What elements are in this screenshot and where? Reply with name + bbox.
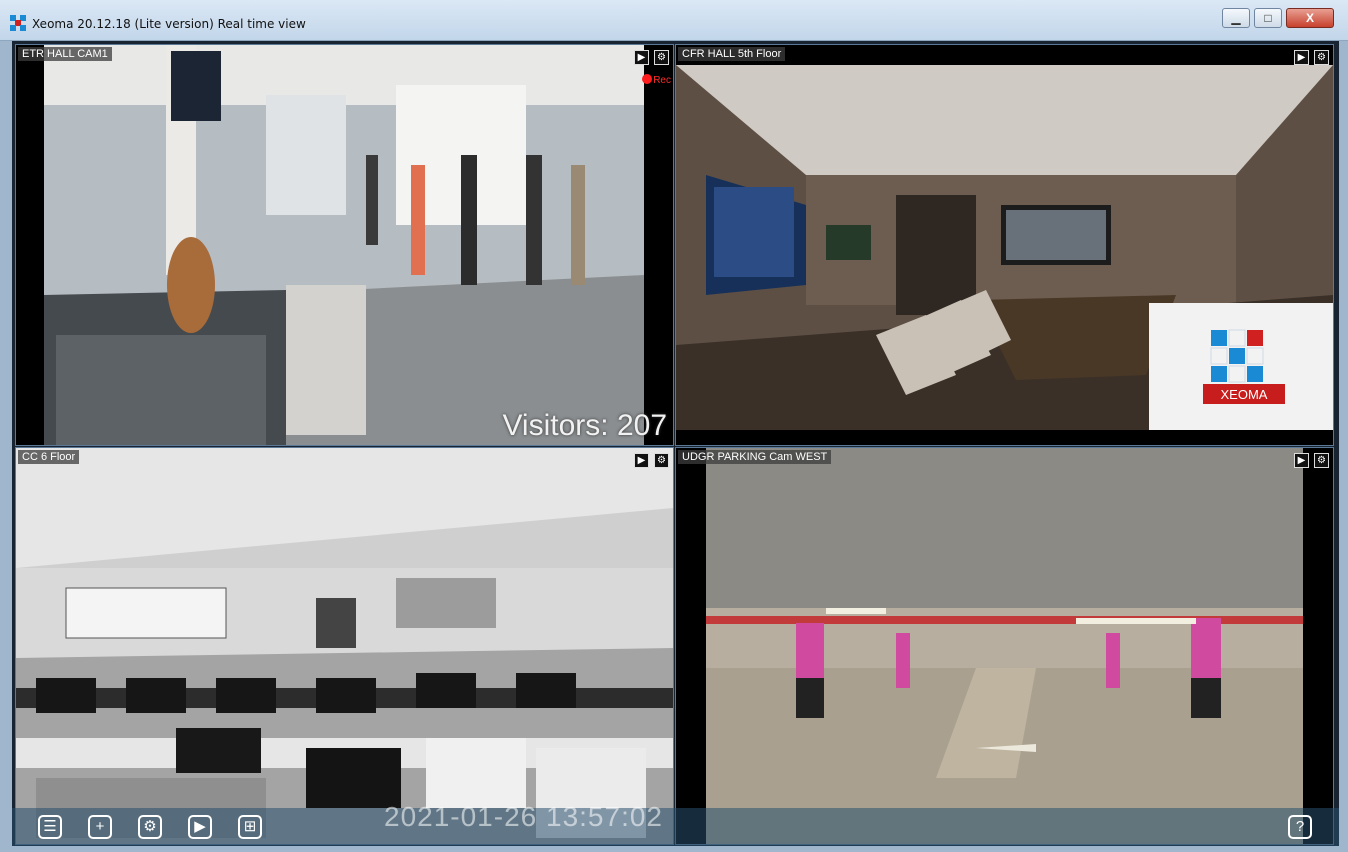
plus-icon[interactable]: + bbox=[88, 815, 112, 839]
gear-icon[interactable]: ⚙ bbox=[654, 453, 669, 468]
camera-view-cc6-floor bbox=[16, 448, 673, 844]
minimize-icon[interactable]: ▁ bbox=[1222, 8, 1250, 28]
gear-icon[interactable]: ⚙ bbox=[1314, 453, 1329, 468]
camera-tile-etr-hall[interactable]: ETR HALL CAM1 ▶ ⚙ Rec Visitors: 207 bbox=[15, 44, 674, 446]
camera-view-cfr-hall: XEOMA bbox=[676, 45, 1333, 445]
camera-tile-cfr-hall[interactable]: XEOMA CFR HALL 5th Floor ▶ ⚙ bbox=[675, 44, 1334, 446]
visitors-counter: Visitors: 207 bbox=[502, 409, 667, 442]
gear-icon[interactable]: ⚙ bbox=[1314, 50, 1329, 65]
app-window: Xeoma 20.12.18 (Lite version) Real time … bbox=[0, 0, 1348, 852]
rec-indicator: Rec bbox=[642, 74, 671, 86]
camera-grid: ETR HALL CAM1 ▶ ⚙ Rec Visitors: 207 XEOM… bbox=[12, 41, 1339, 846]
camera-label: CFR HALL 5th Floor bbox=[678, 47, 786, 61]
gear-icon[interactable]: ⚙ bbox=[138, 815, 162, 839]
xeoma-logo-icon bbox=[10, 15, 26, 31]
camera-view-etr-hall bbox=[16, 45, 673, 445]
bottom-toolbar: ☰ + ⚙ ▶ ⊞ ? bbox=[12, 808, 1339, 846]
play-icon[interactable]: ▶ bbox=[634, 453, 649, 468]
camera-tile-udgr-parking[interactable]: UDGR PARKING Cam WEST ▶ ⚙ bbox=[675, 447, 1334, 845]
maximize-icon[interactable]: □ bbox=[1254, 8, 1282, 28]
camera-label: ETR HALL CAM1 bbox=[18, 47, 112, 61]
camera-tile-cc6-floor[interactable]: CC 6 Floor ▶ ⚙ bbox=[15, 447, 674, 845]
play-icon[interactable]: ▶ bbox=[188, 815, 212, 839]
play-icon[interactable]: ▶ bbox=[634, 50, 649, 65]
rec-dot-icon bbox=[642, 74, 653, 84]
camera-view-udgr-parking bbox=[676, 448, 1333, 844]
help-icon[interactable]: ? bbox=[1288, 815, 1312, 839]
play-icon[interactable]: ▶ bbox=[1294, 453, 1309, 468]
xeoma-watermark-text: XEOMA bbox=[1221, 387, 1268, 402]
title-bar[interactable]: Xeoma 20.12.18 (Lite version) Real time … bbox=[0, 0, 1348, 41]
timestamp: 2021-01-26 13:57:02 bbox=[384, 801, 663, 832]
play-icon[interactable]: ▶ bbox=[1294, 50, 1309, 65]
rec-label: Rec bbox=[653, 75, 671, 86]
list-icon[interactable]: ☰ bbox=[38, 815, 62, 839]
gear-icon[interactable]: ⚙ bbox=[654, 50, 669, 65]
camera-label: UDGR PARKING Cam WEST bbox=[678, 450, 832, 464]
window-title: Xeoma 20.12.18 (Lite version) Real time … bbox=[32, 17, 306, 31]
close-icon[interactable]: X bbox=[1286, 8, 1334, 28]
grid-icon[interactable]: ⊞ bbox=[238, 815, 262, 839]
camera-label: CC 6 Floor bbox=[18, 450, 80, 464]
